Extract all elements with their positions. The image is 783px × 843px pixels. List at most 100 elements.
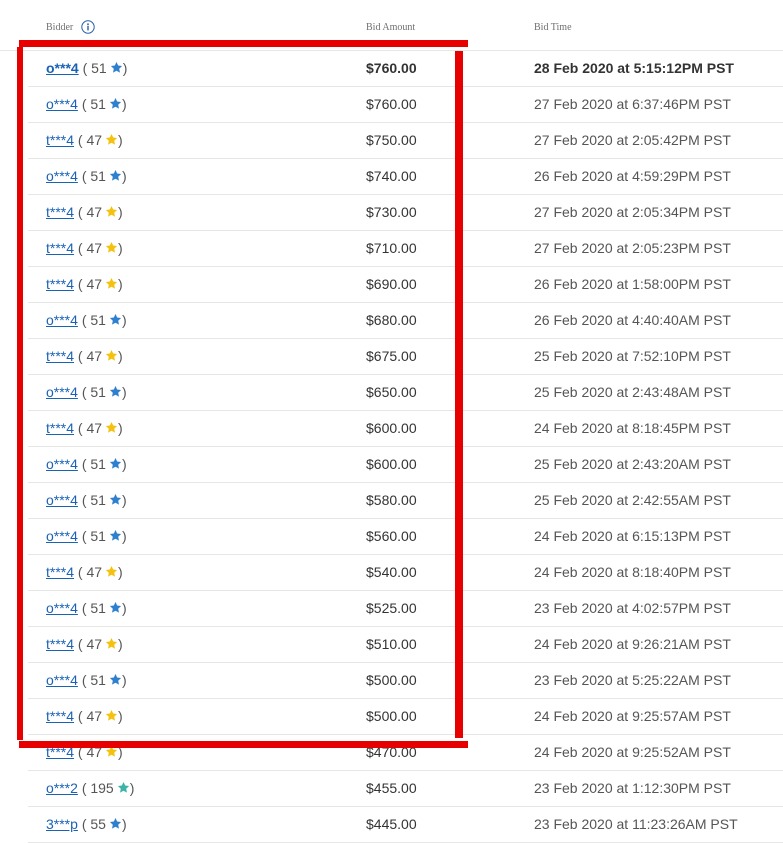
bidder-link[interactable]: t***4 <box>46 708 74 724</box>
bidder-link[interactable]: o***4 <box>46 672 78 688</box>
feedback-score: ( 47 <box>77 708 103 724</box>
bidder-link[interactable]: t***4 <box>46 240 74 256</box>
bid-row: o***4 ( 51) $580.00 25 Feb 2020 at 2:42:55… <box>28 483 783 519</box>
feedback-score: ( 51 <box>81 492 106 508</box>
feedback-score-close: ) <box>118 636 123 652</box>
bidder-link[interactable]: t***4 <box>46 564 74 580</box>
bid-time: 27 Feb 2020 at 6:37:46PM PST <box>534 96 731 112</box>
bidder-cell: o***4 ( 51) <box>46 312 127 328</box>
bid-row: o***4 ( 51) $500.00 23 Feb 2020 at 5:25:22… <box>28 663 783 699</box>
bid-time: 24 Feb 2020 at 6:15:13PM PST <box>534 528 731 544</box>
bidder-cell: o***4 ( 51) <box>46 60 127 76</box>
bid-time: 24 Feb 2020 at 8:18:40PM PST <box>534 564 731 580</box>
feedback-score-close: ) <box>122 60 128 76</box>
info-icon[interactable] <box>81 20 95 34</box>
feedback-score-close: ) <box>121 168 127 184</box>
bid-amount: $690.00 <box>366 276 417 292</box>
feedback-score: ( 55 <box>81 816 106 832</box>
feedback-score: ( 47 <box>77 240 103 256</box>
feedback-score-close: ) <box>118 204 123 220</box>
feedback-score-close: ) <box>118 420 123 436</box>
bid-row: t***4 ( 47) $690.00 26 Feb 2020 at 1:58:00… <box>28 267 783 303</box>
star-icon <box>117 781 129 793</box>
star-icon <box>109 313 122 325</box>
bid-amount: $750.00 <box>366 132 417 148</box>
star-icon <box>109 673 122 685</box>
bid-row: t***4 ( 47) $730.00 27 Feb 2020 at 2:05:34… <box>28 195 783 231</box>
bidder-link[interactable]: t***4 <box>46 348 74 364</box>
bidder-link[interactable]: o***4 <box>46 312 78 328</box>
bid-row: o***4 ( 51) $760.00 27 Feb 2020 at 6:37:46… <box>28 87 783 123</box>
bid-time: 24 Feb 2020 at 9:26:21AM PST <box>534 636 731 652</box>
bidder-link[interactable]: o***4 <box>46 60 79 76</box>
bidder-cell: o***4 ( 51) <box>46 168 127 184</box>
bid-time: 23 Feb 2020 at 4:02:57PM PST <box>534 600 731 616</box>
bid-time: 25 Feb 2020 at 2:43:20AM PST <box>534 456 731 472</box>
feedback-score-close: ) <box>121 600 127 616</box>
feedback-score-close: ) <box>118 564 123 580</box>
bidder-link[interactable]: o***4 <box>46 96 78 112</box>
feedback-score: ( 47 <box>77 348 103 364</box>
feedback-score: ( 47 <box>77 204 103 220</box>
bid-time: 27 Feb 2020 at 2:05:42PM PST <box>534 132 731 148</box>
bidder-link[interactable]: o***4 <box>46 168 78 184</box>
star-icon <box>109 529 122 541</box>
bid-row: t***4 ( 47) $500.00 24 Feb 2020 at 9:25:57… <box>28 699 783 735</box>
feedback-score: ( 51 <box>81 312 106 328</box>
bid-time: 26 Feb 2020 at 4:40:40AM PST <box>534 312 731 328</box>
bid-time: 28 Feb 2020 at 5:15:12PM PST <box>534 60 734 76</box>
bidder-link[interactable]: o***4 <box>46 600 78 616</box>
bid-amount: $560.00 <box>366 528 417 544</box>
bidder-link[interactable]: t***4 <box>46 132 74 148</box>
bidder-link[interactable]: t***4 <box>46 636 74 652</box>
bid-amount: $760.00 <box>366 60 417 76</box>
bid-row: t***4 ( 47) $540.00 24 Feb 2020 at 8:18:40… <box>28 555 783 591</box>
feedback-score: ( 51 <box>81 168 106 184</box>
bidder-cell: t***4 ( 47) <box>46 348 123 364</box>
star-icon <box>105 421 118 433</box>
highlight-box-left <box>17 47 23 740</box>
bidder-cell: t***4 ( 47) <box>46 240 123 256</box>
bidder-cell: t***4 ( 47) <box>46 564 123 580</box>
bid-amount: $500.00 <box>366 708 417 724</box>
feedback-score: ( 51 <box>81 384 106 400</box>
bidder-link[interactable]: o***2 <box>46 780 78 796</box>
star-icon <box>109 385 122 397</box>
bidder-cell: 3***p ( 55) <box>46 816 127 832</box>
bid-time: 23 Feb 2020 at 11:23:26AM PST <box>534 816 738 832</box>
bid-amount: $445.00 <box>366 816 417 832</box>
star-icon <box>109 97 122 109</box>
bidder-link[interactable]: o***4 <box>46 456 78 472</box>
bidder-link[interactable]: t***4 <box>46 276 74 292</box>
bidder-cell: o***4 ( 51) <box>46 456 127 472</box>
feedback-score: ( 47 <box>77 420 103 436</box>
feedback-score-close: ) <box>121 816 127 832</box>
feedback-score-close: ) <box>118 132 123 148</box>
feedback-score: ( 51 <box>81 528 106 544</box>
bidder-cell: o***4 ( 51) <box>46 96 127 112</box>
bidder-link[interactable]: o***4 <box>46 492 78 508</box>
bidder-link[interactable]: t***4 <box>46 420 74 436</box>
feedback-score: ( 195 <box>81 780 114 796</box>
bid-time: 23 Feb 2020 at 5:25:22AM PST <box>534 672 731 688</box>
bidder-link[interactable]: t***4 <box>46 204 74 220</box>
bidder-link[interactable]: o***4 <box>46 528 78 544</box>
bid-row: o***4 ( 51) $680.00 26 Feb 2020 at 4:40:40… <box>28 303 783 339</box>
bid-row: t***4 ( 47) $710.00 27 Feb 2020 at 2:05:23… <box>28 231 783 267</box>
bidder-cell: t***4 ( 47) <box>46 276 123 292</box>
feedback-score: ( 51 <box>81 96 106 112</box>
star-icon <box>105 709 118 721</box>
bid-row: o***4 ( 51) $560.00 24 Feb 2020 at 6:15:13… <box>28 519 783 555</box>
feedback-score: ( 51 <box>82 60 107 76</box>
bidder-link[interactable]: o***4 <box>46 384 78 400</box>
star-icon <box>105 565 118 577</box>
star-icon <box>105 349 118 361</box>
feedback-score: ( 51 <box>81 600 106 616</box>
bidder-cell: t***4 ( 47) <box>46 204 123 220</box>
bid-row: t***4 ( 47) $600.00 24 Feb 2020 at 8:18:45… <box>28 411 783 447</box>
bidder-link[interactable]: 3***p <box>46 816 78 832</box>
feedback-score-close: ) <box>118 276 123 292</box>
star-icon <box>105 277 118 289</box>
feedback-score: ( 51 <box>81 456 106 472</box>
bidder-cell: o***4 ( 51) <box>46 528 127 544</box>
